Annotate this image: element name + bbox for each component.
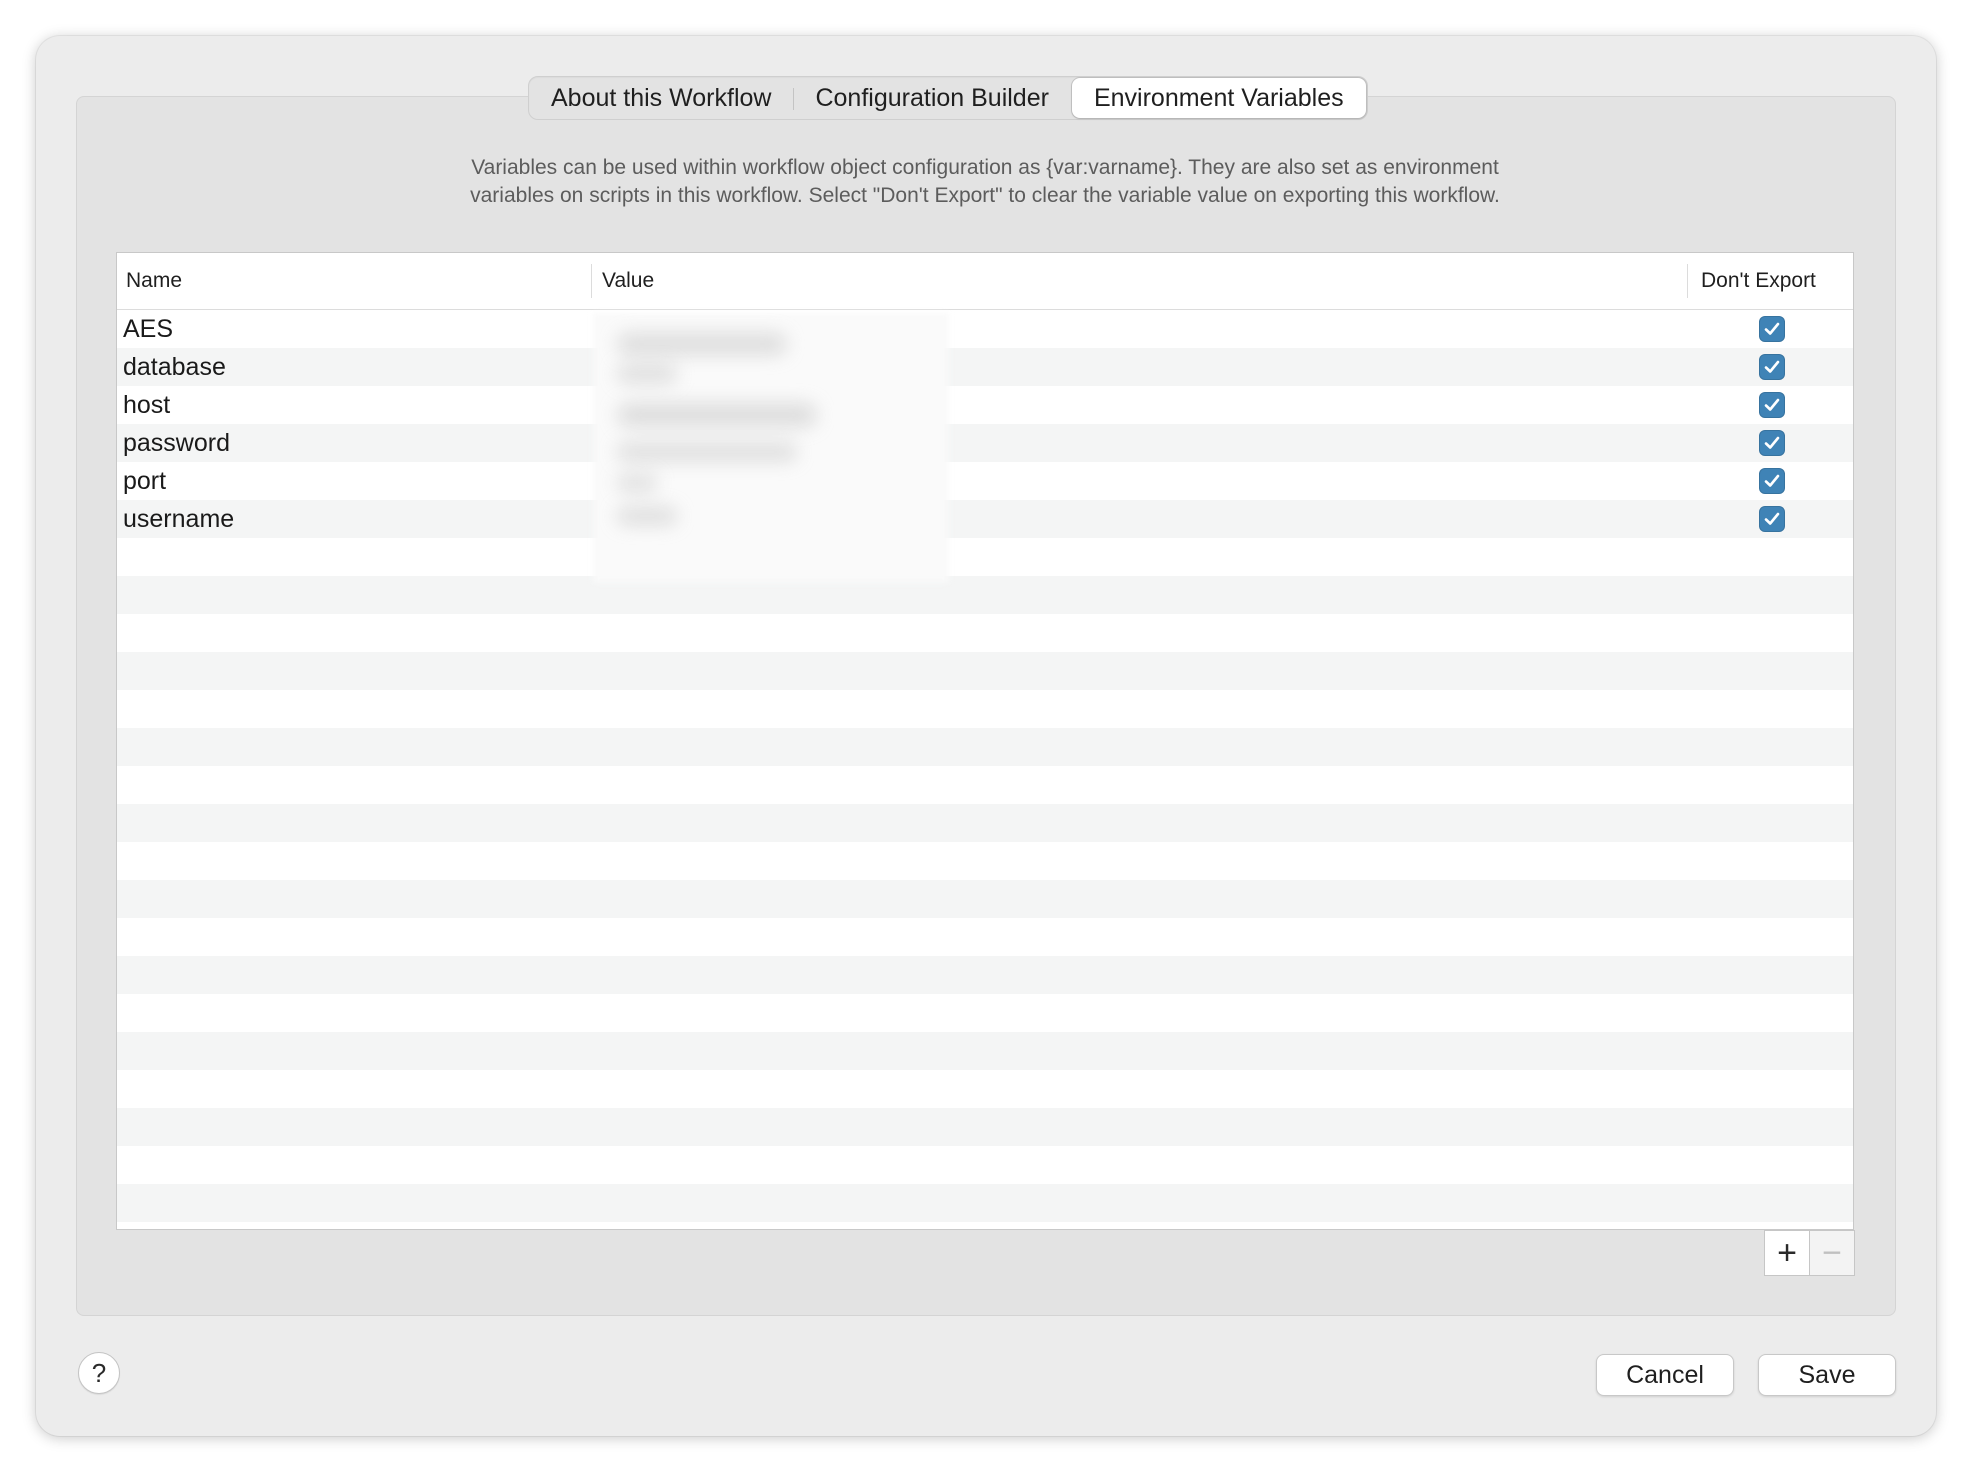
empty-table-row[interactable] [117, 614, 1853, 652]
empty-table-row[interactable] [117, 918, 1853, 956]
checkmark-icon [1764, 322, 1780, 335]
redaction-smudge [617, 365, 677, 383]
redaction-smudge [617, 475, 657, 491]
variable-name-cell[interactable]: port [123, 462, 166, 500]
empty-table-row[interactable] [117, 766, 1853, 804]
column-divider[interactable] [591, 264, 592, 298]
remove-variable-button[interactable]: − [1810, 1231, 1854, 1275]
variable-name-cell[interactable]: database [123, 348, 226, 386]
column-header-name[interactable]: Name [126, 253, 182, 309]
dont-export-checkbox[interactable] [1759, 392, 1785, 418]
table-row[interactable]: host [117, 386, 1853, 424]
table-row[interactable]: AES [117, 310, 1853, 348]
redaction-smudge [617, 507, 677, 525]
checkmark-icon [1764, 398, 1780, 411]
dont-export-checkbox[interactable] [1759, 468, 1785, 494]
checkmark-icon [1764, 360, 1780, 373]
redaction-smudge [617, 333, 787, 355]
empty-table-row[interactable] [117, 576, 1853, 614]
table-header: Name Value Don't Export [117, 253, 1853, 310]
description-line-1: Variables can be used within workflow ob… [471, 156, 1499, 179]
empty-table-row[interactable] [117, 690, 1853, 728]
empty-table-row[interactable] [117, 728, 1853, 766]
empty-table-row[interactable] [117, 1146, 1853, 1184]
tab-about-workflow[interactable]: About this Workflow [529, 77, 793, 119]
empty-table-row[interactable] [117, 880, 1853, 918]
description-text: Variables can be used within workflow ob… [76, 154, 1894, 210]
table-row[interactable]: password [117, 424, 1853, 462]
help-button[interactable]: ? [78, 1352, 120, 1394]
checkmark-icon [1764, 436, 1780, 449]
save-button[interactable]: Save [1758, 1354, 1896, 1396]
table-row[interactable]: port [117, 462, 1853, 500]
empty-table-row[interactable] [117, 538, 1853, 576]
variable-name-cell[interactable]: AES [123, 310, 173, 348]
variable-name-cell[interactable]: username [123, 500, 234, 538]
column-divider[interactable] [1687, 264, 1688, 298]
dont-export-checkbox[interactable] [1759, 506, 1785, 532]
empty-table-row[interactable] [117, 652, 1853, 690]
dont-export-checkbox[interactable] [1759, 430, 1785, 456]
redaction-smudge [617, 403, 817, 427]
empty-table-row[interactable] [117, 1184, 1853, 1222]
redaction-smudge [617, 443, 797, 461]
dont-export-checkbox[interactable] [1759, 354, 1785, 380]
empty-table-row[interactable] [117, 1108, 1853, 1146]
variables-table[interactable]: Name Value Don't Export AES database host p… [116, 252, 1854, 1230]
column-header-dont-export[interactable]: Don't Export [1701, 253, 1816, 309]
tab-bar: About this Workflow Configuration Builde… [528, 76, 1368, 120]
column-header-value[interactable]: Value [602, 253, 654, 309]
workflow-configuration-dialog: About this Workflow Configuration Builde… [36, 36, 1936, 1436]
variable-name-cell[interactable]: host [123, 386, 170, 424]
empty-table-row[interactable] [117, 956, 1853, 994]
dont-export-checkbox[interactable] [1759, 316, 1785, 342]
tab-environment-variables[interactable]: Environment Variables [1071, 78, 1366, 118]
empty-table-row[interactable] [117, 842, 1853, 880]
question-mark-icon: ? [91, 1358, 107, 1388]
description-line-2: variables on scripts in this workflow. S… [470, 184, 1500, 207]
empty-table-row[interactable] [117, 994, 1853, 1032]
table-row[interactable]: database [117, 348, 1853, 386]
variable-name-cell[interactable]: password [123, 424, 230, 462]
checkmark-icon [1764, 474, 1780, 487]
checkmark-icon [1764, 512, 1780, 525]
add-variable-button[interactable]: + [1765, 1231, 1810, 1275]
add-remove-control: + − [1764, 1230, 1855, 1276]
cancel-button[interactable]: Cancel [1596, 1354, 1734, 1396]
empty-table-row[interactable] [117, 1032, 1853, 1070]
table-body: AES database host password port username [117, 310, 1853, 1222]
empty-table-row[interactable] [117, 804, 1853, 842]
tab-configuration-builder[interactable]: Configuration Builder [793, 77, 1070, 119]
empty-table-row[interactable] [117, 1070, 1853, 1108]
table-row[interactable]: username [117, 500, 1853, 538]
